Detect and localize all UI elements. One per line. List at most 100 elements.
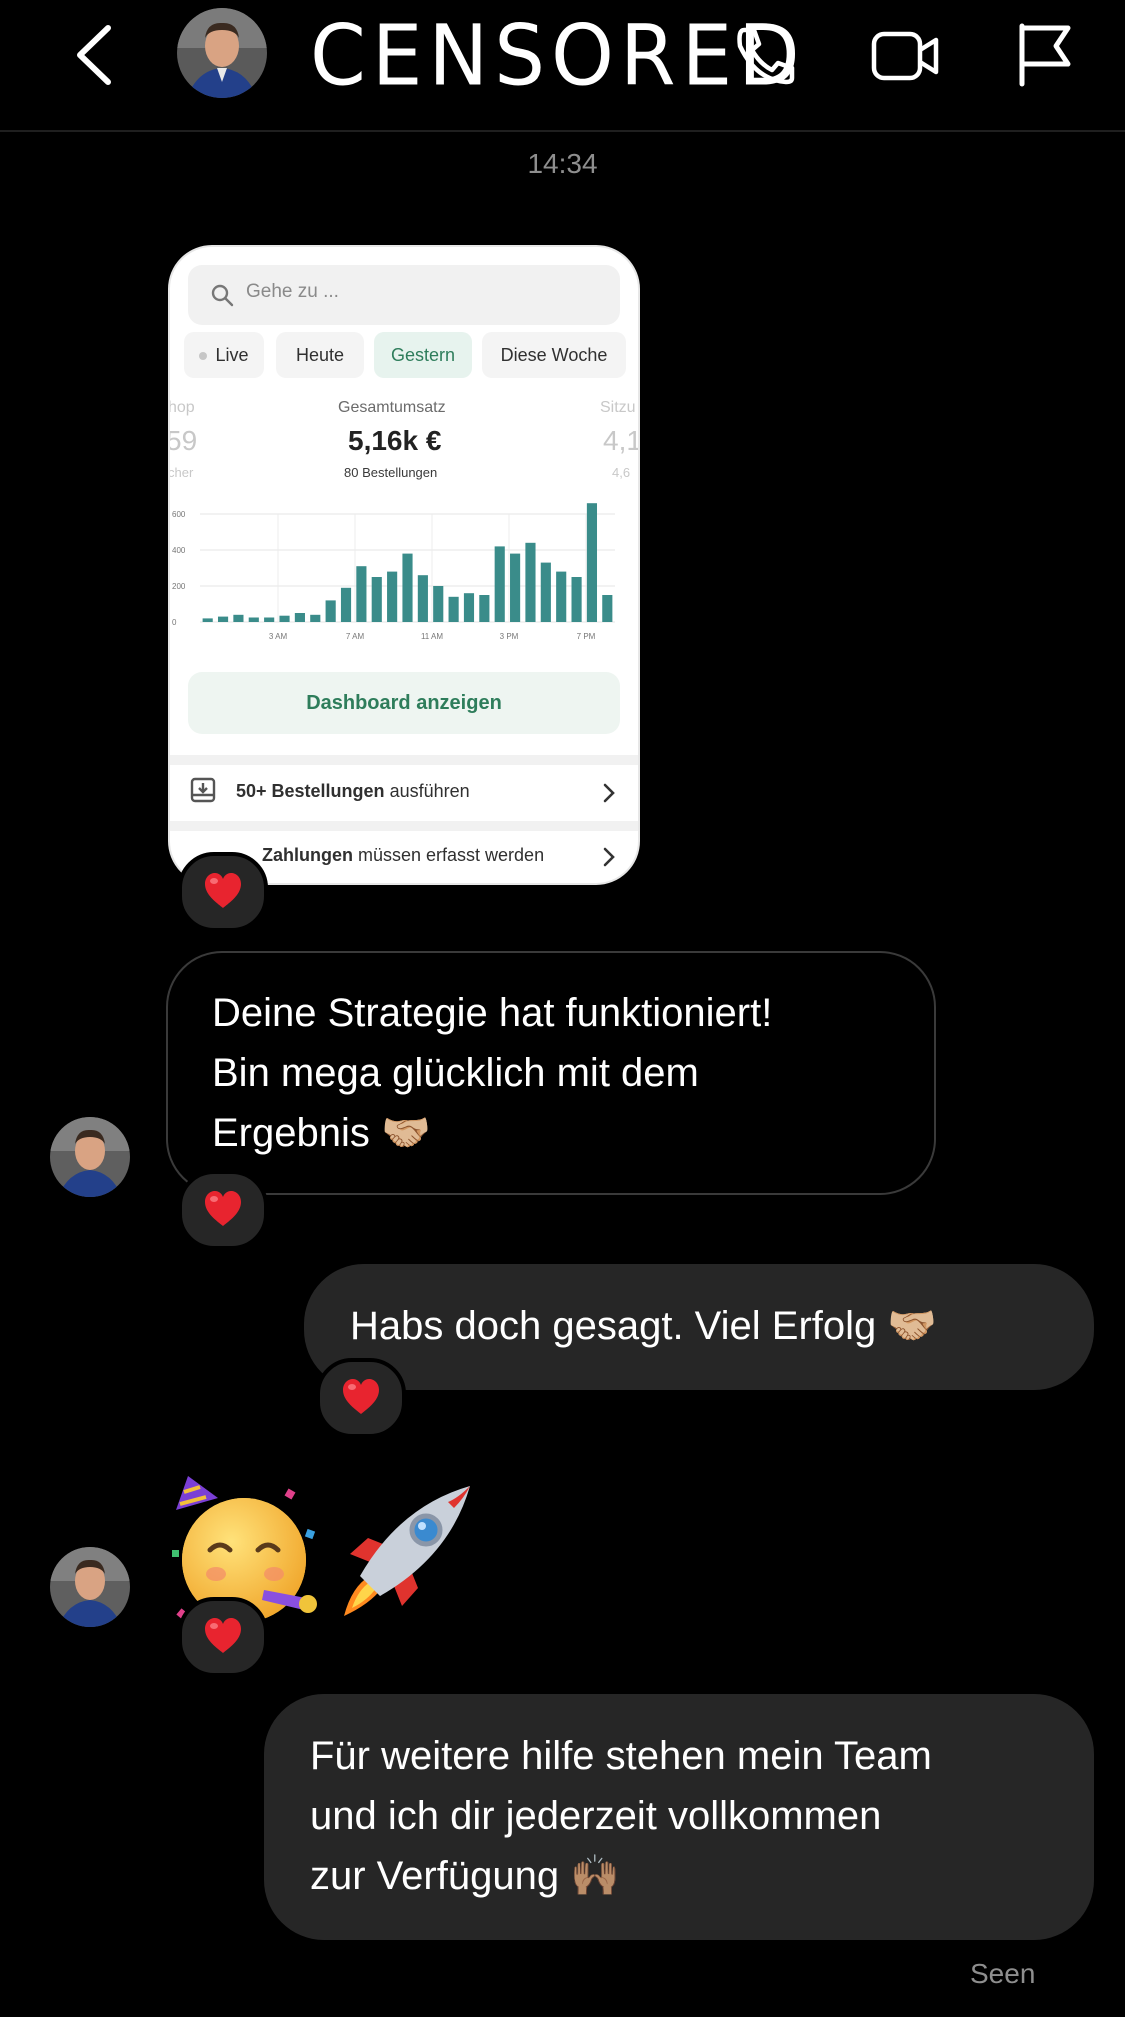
chart-bar (571, 577, 582, 622)
chart-bar (556, 571, 567, 622)
heart-reaction[interactable] (316, 1358, 406, 1438)
chart-bar (310, 614, 321, 622)
orders-row: 50+ Bestellungen ausführen (170, 765, 638, 821)
chart-bar (510, 553, 521, 622)
screenshot-tab-heute: Heute (276, 332, 364, 378)
contact-avatar[interactable] (50, 1547, 130, 1627)
chart-x-tick-label: 3 PM (500, 632, 519, 641)
seen-status: Seen (970, 1958, 1036, 1989)
screenshot-tab-label: Heute (295, 345, 345, 365)
chart-y-tick-label: 200 (172, 582, 186, 591)
screenshot-tabs: Live Heute Gestern Diese Woche (184, 332, 638, 378)
download-tray-icon (190, 777, 216, 803)
payments-row-bold: Zahlungen (262, 845, 353, 865)
chart-bar (202, 618, 213, 622)
dashboard-anzeigen-button: Dashboard anzeigen (188, 672, 620, 734)
orders-row-text: 50+ Bestellungen ausführen (236, 781, 470, 802)
chart-bar (294, 613, 305, 622)
screenshot-search-placeholder: Gehe zu ... (246, 281, 339, 302)
left-stat-value: 59 (168, 425, 198, 456)
payments-row-rest: müssen erfasst werden (353, 845, 545, 865)
screenshot-tab-label: Gestern (390, 345, 456, 365)
heart-reaction[interactable] (178, 1170, 268, 1250)
screenshot-tab-diese-woche: Diese Woche (482, 332, 626, 378)
live-dot-icon (199, 352, 208, 361)
right-stat-label: Sitzu (600, 399, 636, 416)
message-line: Für weitere hilfe stehen mein Team (310, 1734, 932, 1778)
chart-bar (463, 593, 475, 622)
payments-row-text: Zahlungen müssen erfasst werden (262, 845, 544, 866)
chart-x-tick-label: 3 AM (269, 632, 288, 641)
chart-bar (402, 553, 413, 622)
search-icon (211, 284, 234, 307)
orders-row-rest: ausführen (384, 781, 470, 801)
outgoing-message-bubble[interactable]: Für weitere hilfe stehen mein Team und i… (264, 1694, 1094, 1940)
chart-bar (356, 566, 367, 622)
screenshot-search-field: Gehe zu ... (188, 265, 620, 325)
chart-bar (233, 614, 244, 622)
chart-bar (325, 600, 336, 622)
gesamtumsatz-value: 5,16k € (348, 425, 442, 456)
chart-bar (602, 595, 613, 622)
message-line: Ergebnis 🤝🏼 (212, 1111, 431, 1155)
left-stat-sub: cher (168, 465, 194, 480)
message-timestamp: 14:34 (527, 148, 598, 179)
chart-bar (433, 586, 444, 622)
heart-reaction[interactable] (178, 1597, 268, 1677)
chart-bar (340, 587, 352, 622)
heart-icon (343, 1379, 379, 1414)
right-stat-sub: 4,6 (612, 465, 631, 480)
chart-x-tick-label: 7 PM (577, 632, 596, 641)
chart-bar (264, 617, 275, 622)
chart-bar (217, 616, 229, 622)
chevron-right-icon (603, 783, 615, 803)
shared-screenshot-card[interactable]: Gehe zu ... Live Heute Gestern Diese Woc… (168, 245, 640, 885)
incoming-message-bubble[interactable]: Deine Strategie hat funktioniert! Bin me… (166, 951, 936, 1195)
screenshot-tab-label: Live (215, 345, 249, 365)
card-divider (170, 821, 638, 831)
flag-icon[interactable] (1016, 22, 1076, 88)
rocket-emoji[interactable] (330, 1476, 480, 1626)
phone-icon[interactable] (730, 24, 798, 86)
profile-avatar[interactable] (177, 8, 267, 98)
chart-bar (248, 617, 259, 622)
heart-icon (205, 1618, 241, 1653)
chart-bar (371, 577, 382, 622)
chevron-right-icon (603, 847, 615, 867)
message-line: zur Verfügung 🙌🏽 (310, 1854, 620, 1898)
chart-bar (494, 546, 505, 622)
chart-bar (448, 596, 459, 622)
chart-y-tick-label: 400 (172, 546, 186, 555)
chart-x-tick-label: 7 AM (346, 632, 365, 641)
heart-icon (205, 1191, 241, 1226)
gesamtumsatz-label: Gesamtumsatz (338, 399, 446, 416)
chart-bar (479, 595, 490, 622)
chart-y-tick-label: 600 (172, 510, 186, 519)
chart-bar (540, 562, 551, 622)
video-icon[interactable] (870, 28, 942, 84)
screenshot-tab-live: Live (184, 332, 264, 378)
chart-bar (525, 542, 536, 622)
screenshot-tab-gestern: Gestern (374, 332, 472, 378)
message-line: Habs doch gesagt. Viel Erfolg 🤝🏼 (350, 1304, 938, 1348)
screenshot-tab-label: Diese Woche (500, 345, 608, 365)
right-stat-value: 4,1 (603, 425, 640, 456)
chart-bar (417, 575, 428, 622)
message-line: Deine Strategie hat funktioniert! (212, 991, 773, 1035)
heart-icon (205, 873, 241, 908)
chat-header: CENSORED (0, 0, 1125, 132)
chart-bar (387, 571, 398, 622)
contact-avatar[interactable] (50, 1117, 130, 1197)
outgoing-message-bubble[interactable]: Habs doch gesagt. Viel Erfolg 🤝🏼 (304, 1264, 1094, 1390)
heart-reaction[interactable] (178, 852, 268, 932)
chart-bar (279, 615, 290, 622)
chart-y-tick-label: 0 (172, 618, 177, 627)
hourly-sales-chart: 0 200 400 600 3 AM 7 AM 11 AM 3 PM 7 PM (172, 503, 615, 641)
left-stat-label: hop (168, 399, 195, 416)
chart-x-tick-label: 11 AM (421, 632, 443, 641)
back-arrow-icon[interactable] (72, 22, 116, 88)
chart-bar (586, 503, 598, 622)
message-line: Bin mega glücklich mit dem (212, 1051, 699, 1095)
message-line: und ich dir jederzeit vollkommen (310, 1794, 882, 1838)
orders-row-bold: 50+ Bestellungen (236, 781, 385, 801)
